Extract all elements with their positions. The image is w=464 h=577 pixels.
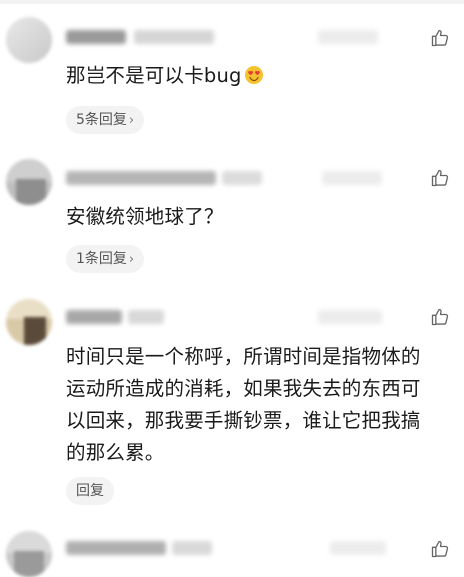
timestamp-blurred xyxy=(134,30,214,44)
comment-item-3: 时间只是一个称呼，所谓时间是指物体的 运动所造成的消耗，如果我失去的东西可 以回… xyxy=(0,285,464,515)
heart-eyes-emoji-icon xyxy=(244,63,264,84)
chevron-right-icon: › xyxy=(128,113,135,128)
comment-item-1: 那岂不是可以卡bug 5条回复 › xyxy=(0,0,464,145)
timestamp-blurred xyxy=(222,171,262,185)
meta-blurred xyxy=(318,30,378,44)
avatar[interactable] xyxy=(6,159,52,205)
comment-text: 那岂不是可以卡bug xyxy=(66,60,452,92)
username-blurred[interactable] xyxy=(66,171,216,185)
chevron-right-icon: › xyxy=(128,252,135,267)
comment-text-line: 以回来，那我要手撕钞票，谁让它把我搞 xyxy=(66,409,421,432)
username-blurred[interactable] xyxy=(66,310,122,324)
avatar[interactable] xyxy=(6,299,52,345)
like-icon[interactable] xyxy=(430,168,450,188)
meta-blurred xyxy=(318,310,382,324)
comment-text: 时间只是一个称呼，所谓时间是指物体的 运动所造成的消耗，如果我失去的东西可 以回… xyxy=(66,341,452,469)
like-icon[interactable] xyxy=(430,28,450,48)
replies-count-label: 5条回复 xyxy=(76,112,127,128)
meta-blurred xyxy=(330,541,386,555)
meta-blurred xyxy=(322,171,382,185)
like-icon[interactable] xyxy=(430,539,450,559)
replies-button[interactable]: 1条回复 › xyxy=(66,245,145,273)
comment-text: 安徽统领地球了？ xyxy=(66,205,224,228)
reply-label: 回复 xyxy=(76,483,104,499)
reply-button[interactable]: 回复 xyxy=(66,477,114,505)
username-blurred[interactable] xyxy=(66,541,166,555)
avatar[interactable] xyxy=(6,531,52,577)
comment-item-4 xyxy=(0,515,464,577)
timestamp-blurred xyxy=(128,310,164,324)
comment-text-line: 的那么累。 xyxy=(66,441,165,464)
timestamp-blurred xyxy=(172,541,212,555)
avatar[interactable] xyxy=(6,17,52,63)
like-icon[interactable] xyxy=(430,307,450,327)
username-blurred[interactable] xyxy=(66,30,126,44)
comment-text-line: 时间只是一个称呼，所谓时间是指物体的 xyxy=(66,345,421,368)
comment-item-2: 安徽统领地球了？ 1条回复 › xyxy=(0,145,464,285)
comment-text-content: 那岂不是可以卡bug xyxy=(66,64,242,87)
comment-text-line: 运动所造成的消耗，如果我失去的东西可 xyxy=(66,377,421,400)
replies-button[interactable]: 5条回复 › xyxy=(66,106,145,134)
replies-count-label: 1条回复 xyxy=(76,251,127,267)
